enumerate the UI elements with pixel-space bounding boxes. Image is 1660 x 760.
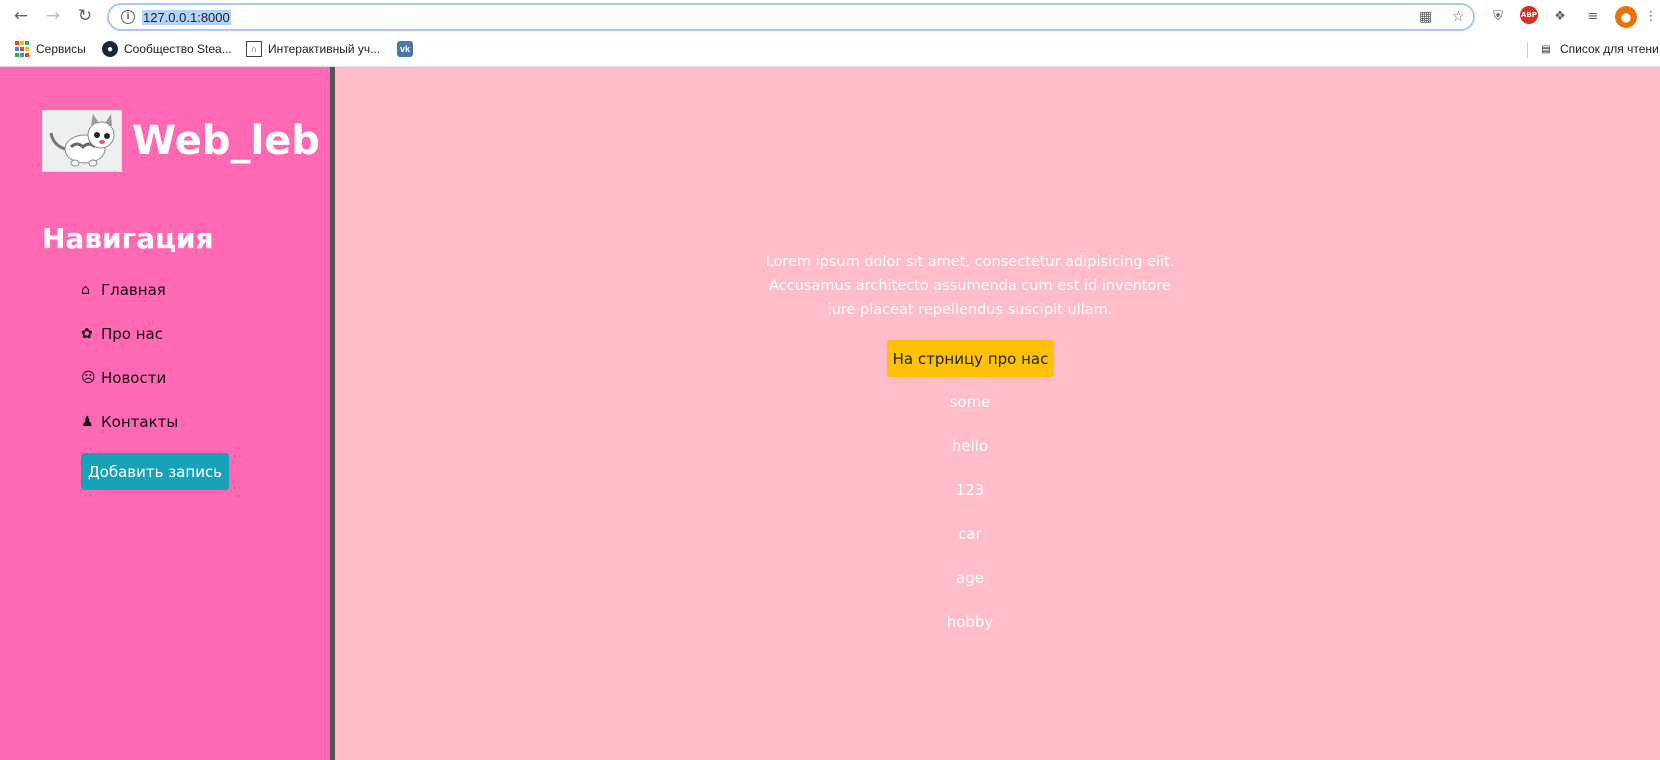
apps-grid-icon	[14, 41, 30, 57]
page-icon: ∩	[246, 41, 262, 57]
sidebar: Web_leb Навигация ⌂ Главная ✿ Про нас ☹ …	[0, 67, 335, 760]
bookmark-steam[interactable]: ● Сообщество Stea...	[102, 41, 232, 57]
back-arrow-icon[interactable]: ←	[8, 3, 34, 29]
reading-list-label: Список для чтени	[1560, 42, 1659, 56]
cat-icon: ♟	[81, 414, 94, 430]
browser-toolbar: ← → ↻ i 127.0.0.1:8000 ▦ ☆ ⛨ ABP ❖ ≡ ● ⋮	[0, 0, 1660, 33]
bookmark-label: Сервисы	[36, 42, 86, 56]
add-post-button[interactable]: Добавить запись	[81, 453, 229, 490]
nav-list: ⌂ Главная ✿ Про нас ☹ Новости ♟ Контакты	[81, 268, 178, 444]
url-text[interactable]: 127.0.0.1:8000	[142, 9, 231, 25]
nav-item-label: Главная	[101, 281, 166, 299]
nav-item-about[interactable]: ✿ Про нас	[81, 312, 178, 356]
bookmark-label: Интерактивный уч...	[268, 42, 381, 56]
lead-paragraph: Lorem ipsum dolor sit amet, consectetur …	[765, 254, 1175, 318]
list-item: some	[949, 393, 991, 411]
nav-item-contacts[interactable]: ♟ Контакты	[81, 400, 178, 444]
adblock-icon[interactable]: ABP	[1520, 6, 1538, 24]
list-item: car	[958, 525, 982, 543]
brand[interactable]: Web_leb	[42, 110, 320, 172]
reload-icon[interactable]: ↻	[72, 3, 98, 29]
about-page-button[interactable]: На стрницу про нас	[887, 340, 1054, 377]
bookmark-vk[interactable]: vk	[397, 41, 413, 57]
list-item: hobby	[946, 613, 994, 631]
puzzle-icon[interactable]: ❖	[1550, 6, 1570, 26]
angry-face-icon: ☹	[81, 370, 96, 386]
reading-list[interactable]: ▤ Список для чтени	[1538, 41, 1659, 57]
address-bar[interactable]: i 127.0.0.1:8000 ▦ ☆	[107, 3, 1475, 31]
nav-item-label: Про нас	[101, 325, 163, 343]
bookmarks-bar: Сервисы ● Сообщество Stea... ∩ Интеракти…	[0, 33, 1660, 67]
brand-title[interactable]: Web_leb	[132, 118, 320, 164]
web-page: Web_leb Навигация ⌂ Главная ✿ Про нас ☹ …	[0, 67, 1660, 760]
reading-list-icon: ▤	[1541, 43, 1551, 55]
nav-item-news[interactable]: ☹ Новости	[81, 356, 178, 400]
media-queue-icon[interactable]: ≡	[1583, 6, 1603, 26]
main-content: Lorem ipsum dolor sit amet, consectetur …	[340, 67, 1660, 760]
menu-kebab-icon[interactable]: ⋮	[1641, 6, 1660, 26]
word-list: some hello 123 car age hobby	[870, 380, 1070, 644]
nav-item-label: Новости	[101, 369, 167, 387]
cat-logo-image	[42, 110, 122, 172]
home-icon: ⌂	[81, 282, 90, 298]
steam-icon: ●	[102, 41, 118, 57]
list-item: hello	[951, 437, 989, 455]
profile-avatar-icon[interactable]: ●	[1615, 6, 1637, 28]
forward-arrow-icon[interactable]: →	[40, 3, 66, 29]
nav-item-home[interactable]: ⌂ Главная	[81, 268, 178, 312]
bookmarks-divider	[1527, 42, 1528, 58]
list-item: 123	[955, 481, 985, 499]
bookmark-label: Сообщество Stea...	[124, 42, 232, 56]
bookmark-services[interactable]: Сервисы	[14, 41, 86, 57]
bookmark-interactive[interactable]: ∩ Интерактивный уч...	[246, 41, 380, 57]
navigation-heading: Навигация	[42, 222, 214, 255]
paw-icon: ✿	[81, 326, 93, 342]
star-icon[interactable]: ☆	[1452, 9, 1465, 25]
list-item: age	[956, 569, 984, 587]
vk-icon: vk	[397, 41, 413, 57]
shield-icon[interactable]: ⛨	[1488, 6, 1508, 26]
nav-item-label: Контакты	[101, 413, 179, 431]
translate-icon[interactable]: ▦	[1419, 9, 1432, 25]
info-icon[interactable]: i	[121, 10, 135, 24]
